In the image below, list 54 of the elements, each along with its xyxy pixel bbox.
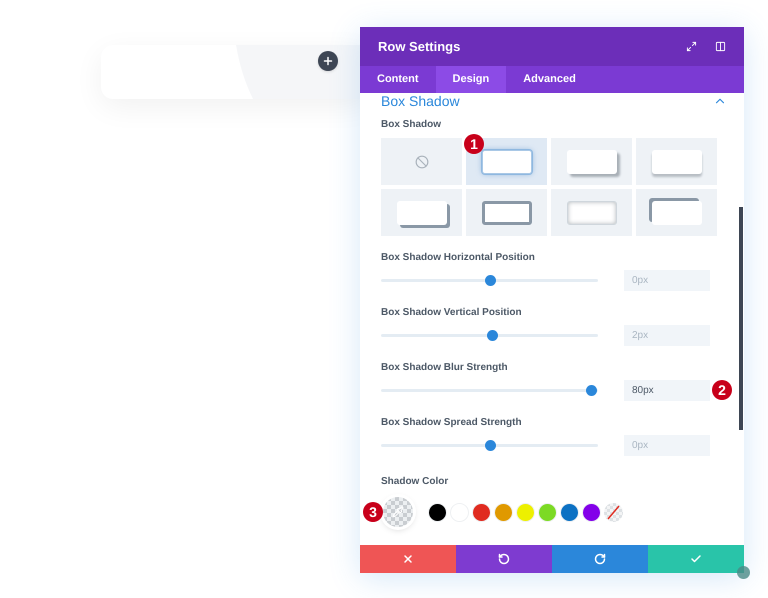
color-swatch[interactable] bbox=[516, 502, 535, 522]
shadow-preview bbox=[566, 200, 616, 224]
preset-option[interactable] bbox=[466, 189, 547, 236]
preset-option[interactable] bbox=[636, 189, 717, 236]
preset-option[interactable] bbox=[381, 189, 462, 236]
panel-tab[interactable]: Content bbox=[360, 66, 436, 93]
shadow-preview bbox=[652, 200, 702, 224]
slider-thumb[interactable] bbox=[586, 385, 598, 396]
color-swatch[interactable] bbox=[428, 502, 447, 522]
scrollbar[interactable] bbox=[739, 207, 743, 430]
slider-thumb[interactable] bbox=[484, 440, 496, 451]
panel-tab[interactable]: Advanced bbox=[506, 66, 593, 93]
color-swatch[interactable] bbox=[472, 502, 491, 522]
slider-thumb[interactable] bbox=[484, 275, 496, 286]
expand-icon[interactable] bbox=[686, 41, 697, 52]
color-swatch[interactable] bbox=[582, 502, 601, 522]
split-view-icon[interactable] bbox=[715, 41, 726, 52]
field-label: Box Shadow Horizontal Position bbox=[381, 251, 536, 265]
field-label: Box Shadow Spread Strength bbox=[381, 416, 523, 430]
field-label: Box Shadow Vertical Position bbox=[381, 306, 523, 320]
field-label: Shadow Color bbox=[381, 475, 450, 489]
resize-handle[interactable] bbox=[737, 566, 750, 579]
field-label: Box Shadow bbox=[381, 118, 442, 132]
preset-option[interactable] bbox=[466, 138, 547, 185]
panel-tab[interactable]: Design bbox=[436, 66, 506, 93]
field-label: Box Shadow Blur Strength bbox=[381, 361, 509, 375]
step-badge: 3 bbox=[363, 502, 383, 522]
color-picker-button[interactable] bbox=[383, 497, 413, 527]
value-field[interactable]: 2px bbox=[624, 325, 710, 346]
step-badge: 2 bbox=[712, 380, 732, 400]
none-icon bbox=[414, 154, 428, 168]
color-swatch[interactable] bbox=[494, 502, 513, 522]
shadow-preview bbox=[482, 150, 532, 174]
undo-icon bbox=[498, 553, 510, 565]
shadow-preview bbox=[396, 200, 446, 224]
check-icon bbox=[690, 553, 702, 565]
shadow-preview bbox=[652, 150, 702, 174]
shadow-preview bbox=[482, 200, 532, 224]
color-swatch[interactable] bbox=[538, 502, 557, 522]
no-color-swatch[interactable] bbox=[604, 502, 623, 522]
section-title: Box Shadow bbox=[381, 93, 461, 110]
eyedropper-icon bbox=[392, 506, 404, 518]
color-swatch[interactable] bbox=[560, 502, 579, 522]
slider-thumb[interactable] bbox=[486, 330, 498, 341]
close-icon bbox=[402, 553, 414, 565]
shadow-preview bbox=[566, 150, 616, 174]
panel-title: Row Settings bbox=[378, 38, 462, 56]
step-badge: 1 bbox=[464, 134, 484, 154]
value-field[interactable]: 0px bbox=[624, 270, 710, 291]
redo-icon bbox=[594, 553, 606, 565]
undo-button[interactable] bbox=[456, 545, 552, 573]
value-field[interactable]: 0px bbox=[624, 435, 710, 456]
plus-icon bbox=[322, 55, 334, 67]
value-field[interactable]: 80px bbox=[624, 380, 710, 401]
